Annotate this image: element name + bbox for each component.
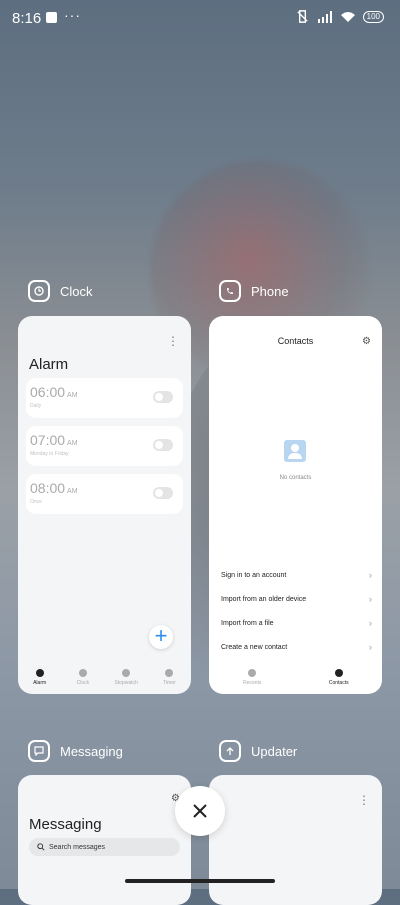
phone-app-header[interactable]: Phone [219, 280, 289, 302]
nav-label: Recents [243, 679, 262, 686]
menu-sign-in[interactable]: Sign in to an account › [221, 570, 372, 580]
search-icon [37, 843, 45, 851]
empty-contact-icon [284, 440, 306, 462]
updater-app-label: Updater [251, 743, 298, 759]
phone-bottom-nav: Recents Contacts [209, 660, 382, 694]
clock-bottom-nav: Alarm Clock Stopwatch Timer [18, 660, 191, 694]
phone-app-label: Phone [251, 283, 289, 299]
alarm-item[interactable]: 08:00 AM Once [26, 474, 183, 514]
menu-label: Import from a file [221, 620, 274, 627]
updater-app-icon [219, 740, 241, 762]
alarm-item[interactable]: 06:00 AM Daily [26, 378, 183, 418]
nav-label: Clock [76, 679, 90, 686]
alarm-title: Alarm [29, 356, 69, 373]
search-placeholder: Search messages [49, 843, 106, 851]
nav-label: Stopwatch [114, 679, 138, 686]
menu-create-contact[interactable]: Create a new contact › [221, 642, 372, 652]
nav-recents[interactable]: Recents [232, 660, 272, 694]
alarm-repeat: Monday to Friday [30, 451, 69, 457]
menu-import-file[interactable]: Import from a file › [221, 618, 372, 628]
alarm-time: 08:00 [30, 480, 66, 496]
chevron-right-icon: › [369, 618, 372, 628]
nav-timer[interactable]: Timer [149, 660, 189, 694]
home-gesture-bar[interactable] [125, 879, 275, 883]
status-time: 8:16 [12, 10, 42, 27]
stopwatch-icon [122, 668, 131, 677]
search-bar[interactable]: Search messages [29, 838, 180, 856]
nav-clock[interactable]: Clock [63, 660, 103, 694]
clear-all-button[interactable] [175, 786, 225, 836]
status-bar: 8:16 ··· 100 [0, 0, 400, 36]
contacts-title: Contacts [277, 336, 314, 346]
alarm-toggle[interactable] [153, 391, 173, 403]
alarm-item[interactable]: 07:00 AM Monday to Friday [26, 426, 183, 466]
nav-stopwatch[interactable]: Stopwatch [106, 660, 146, 694]
nav-alarm[interactable]: Alarm [20, 660, 60, 694]
signal-icon [317, 10, 332, 23]
chevron-right-icon: › [369, 570, 372, 580]
clock-app-label: Clock [60, 283, 93, 299]
alarm-toggle[interactable] [153, 439, 173, 451]
updater-app-header[interactable]: Updater [219, 740, 297, 762]
empty-state-text: No contacts [279, 475, 312, 481]
clock-app-icon [28, 280, 50, 302]
add-alarm-button[interactable]: + [149, 625, 173, 649]
alarm-time: 06:00 [30, 384, 66, 400]
updater-app-card[interactable]: ⋮ [209, 775, 382, 905]
notification-icon [46, 12, 57, 23]
menu-import-device[interactable]: Import from an older device › [221, 594, 372, 604]
more-options-icon[interactable]: ⋮ [358, 793, 370, 807]
alarm-repeat: Once [30, 499, 42, 505]
alarm-toggle[interactable] [153, 487, 173, 499]
alarm-time: 07:00 [30, 432, 66, 448]
clock-app-header[interactable]: Clock [28, 280, 93, 302]
hourglass-icon [165, 668, 174, 677]
vibrate-icon [296, 10, 308, 23]
alarm-ampm: AM [67, 440, 78, 447]
nav-label: Alarm [33, 679, 47, 686]
messaging-title: Messaging [29, 816, 102, 833]
nav-contacts[interactable]: Contacts [319, 660, 359, 694]
alarm-repeat: Daily [30, 403, 42, 409]
alarm-icon [35, 668, 44, 677]
messaging-app-icon [28, 740, 50, 762]
phone-handset-icon [248, 668, 257, 677]
menu-label: Import from an older device [221, 596, 307, 603]
messaging-app-header[interactable]: Messaging [28, 740, 123, 762]
alarm-ampm: AM [67, 488, 78, 495]
more-notifications-icon: ··· [64, 7, 81, 23]
menu-label: Create a new contact [221, 644, 288, 651]
alarm-ampm: AM [67, 392, 78, 399]
nav-label: Timer [163, 679, 176, 686]
clock-app-card[interactable]: ⋮ Alarm 06:00 AM Daily 07:00 AM Monday to … [18, 316, 191, 694]
clock-icon [78, 668, 87, 677]
chevron-right-icon: › [369, 594, 372, 604]
settings-gear-icon[interactable]: ⚙ [362, 336, 371, 347]
battery-indicator: 100 [362, 10, 384, 23]
messaging-app-label: Messaging [60, 743, 123, 759]
messaging-app-card[interactable]: ⚙ Messaging Search messages [18, 775, 191, 905]
nav-label: Contacts [328, 679, 349, 686]
phone-app-card[interactable]: Contacts ⚙ No contacts Sign in to an acc… [209, 316, 382, 694]
wifi-icon [340, 11, 355, 22]
more-options-icon[interactable]: ⋮ [167, 334, 179, 348]
close-icon [193, 804, 207, 818]
phone-app-icon [219, 280, 241, 302]
menu-label: Sign in to an account [221, 572, 287, 579]
chevron-right-icon: › [369, 642, 372, 652]
person-icon [334, 668, 343, 677]
